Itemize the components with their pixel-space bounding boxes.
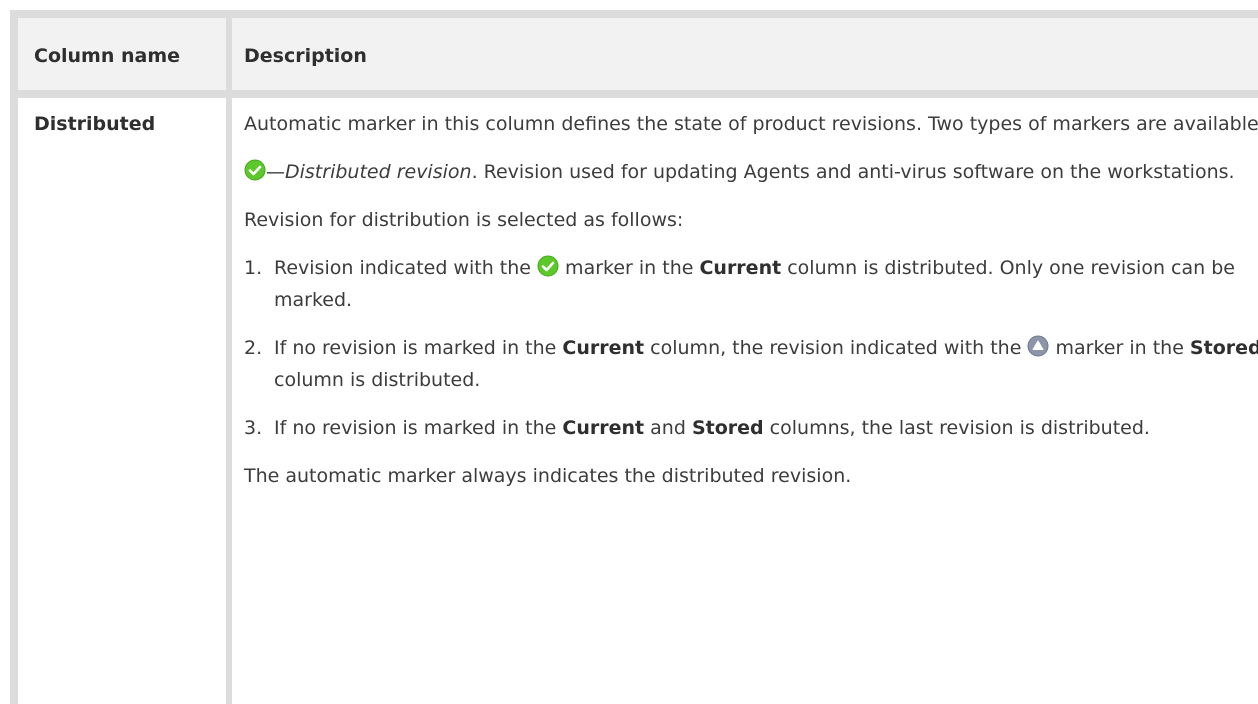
- marker-paragraph: —Distributed revision. Revision used for…: [244, 156, 1258, 188]
- row-name-distributed: Distributed: [34, 113, 156, 135]
- page: Column name Description Distributed Auto…: [0, 0, 1258, 704]
- step-text: marker in the: [559, 257, 700, 279]
- header-description: Description: [244, 45, 367, 67]
- step-number: 3.: [244, 417, 263, 439]
- revisions-table: Column name Description Distributed Auto…: [10, 10, 1258, 704]
- intro-text: Automatic marker in this column defines …: [244, 113, 1258, 135]
- check-circle-icon: [537, 255, 559, 277]
- triangle-circle-icon: [1027, 335, 1049, 357]
- step-bold-current: Current: [699, 257, 782, 279]
- step-number: 2.: [244, 337, 263, 359]
- column-divider: [226, 18, 232, 704]
- header-column-name: Column name: [34, 45, 181, 67]
- marker-term: Distributed revision: [285, 161, 472, 183]
- check-circle-icon: [244, 159, 266, 181]
- step-text: marker in the: [1049, 337, 1190, 359]
- selection-intro-text: Revision for distribution is selected as…: [244, 209, 684, 231]
- closing-paragraph: The automatic marker always indicates th…: [244, 460, 1258, 492]
- step-bold-stored: Stored: [691, 417, 764, 439]
- step-text: column, the revision indicated with the: [644, 337, 1028, 359]
- step-text: If no revision is marked in the: [274, 337, 563, 359]
- selection-intro: Revision for distribution is selected as…: [244, 204, 1258, 236]
- step-text: Revision indicated with the: [274, 257, 538, 279]
- intro-paragraph: Automatic marker in this column defines …: [244, 108, 1258, 140]
- step-number: 1.: [244, 257, 263, 279]
- table-header-row: Column name Description: [18, 18, 1258, 98]
- selection-steps: 1. Revision indicated with the marker in…: [244, 252, 1258, 444]
- marker-dash: —: [266, 161, 285, 183]
- step-bold-stored: Stored: [1189, 337, 1258, 359]
- list-item: 1. Revision indicated with the marker in…: [244, 252, 1258, 316]
- step-text: column is distributed.: [274, 369, 481, 391]
- step-text: If no revision is marked in the: [274, 417, 563, 439]
- list-item: 3. If no revision is marked in the Curre…: [244, 412, 1258, 444]
- closing-text: The automatic marker always indicates th…: [244, 465, 852, 487]
- marker-description: . Revision used for updating Agents and …: [471, 161, 1235, 183]
- list-item: 2. If no revision is marked in the Curre…: [244, 332, 1258, 396]
- step-text: and: [644, 417, 692, 439]
- step-text: columns, the last revision is distribute…: [763, 417, 1150, 439]
- step-bold-current: Current: [562, 417, 645, 439]
- step-bold-current: Current: [562, 337, 645, 359]
- row-description: Automatic marker in this column defines …: [244, 108, 1258, 508]
